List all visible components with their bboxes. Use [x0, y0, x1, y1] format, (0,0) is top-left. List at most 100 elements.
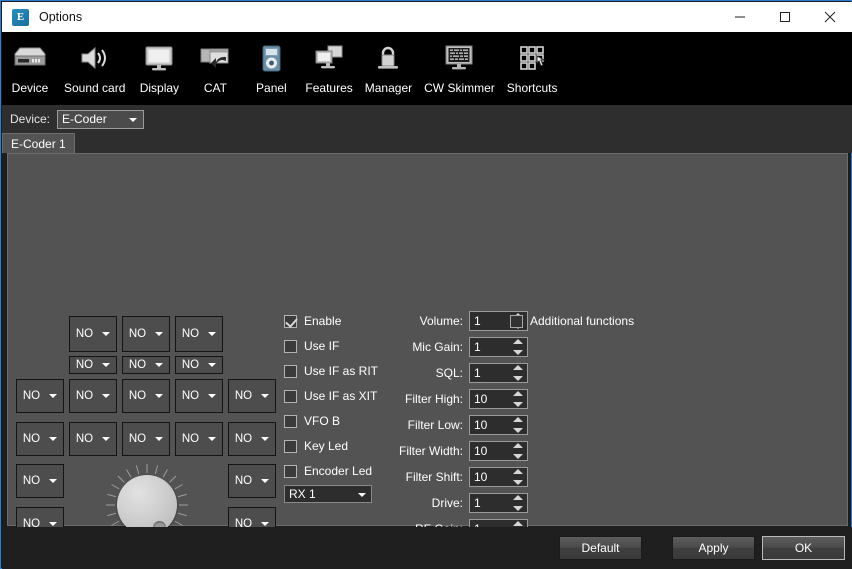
assign-button[interactable]: NO [228, 379, 276, 413]
lock-manager-icon [369, 38, 407, 78]
spinner-field[interactable]: 10 [469, 467, 528, 487]
assign-button[interactable]: NO [175, 422, 223, 456]
spinner-field[interactable]: 1 [469, 337, 528, 357]
tab-label: E-Coder 1 [11, 137, 66, 151]
toolbar-item-device[interactable]: Device [2, 36, 58, 95]
chevron-down-icon [261, 394, 269, 398]
toolbar-label: Features [305, 81, 352, 95]
spinner-up-icon[interactable] [513, 417, 523, 422]
spinner-up-icon[interactable] [513, 521, 523, 526]
assign-button[interactable]: NO [228, 464, 276, 498]
spinner-down-icon[interactable] [513, 350, 523, 355]
assign-button[interactable]: NO [122, 316, 170, 352]
checkbox-use-if-as-xit[interactable] [284, 390, 297, 403]
checkbox-row-use-if-as-xit[interactable]: Use IF as XIT [284, 389, 377, 403]
spinner-up-icon[interactable] [513, 443, 523, 448]
spinner-down-icon[interactable] [513, 428, 523, 433]
spinner-field[interactable]: 1 [469, 493, 528, 513]
spinner-value: 10 [474, 444, 487, 458]
toolbar-item-features[interactable]: Features [299, 36, 358, 95]
e-coder-app-icon [12, 9, 29, 26]
spinner-up-icon[interactable] [513, 365, 523, 370]
assign-button[interactable]: NO [175, 379, 223, 413]
checkbox-row-key-led[interactable]: Key Led [284, 439, 348, 453]
spinner-arrows[interactable] [511, 339, 524, 355]
checkbox-row-vfo-b[interactable]: VFO B [284, 414, 340, 428]
toolbar-item-display[interactable]: Display [131, 36, 187, 95]
spinner-arrows[interactable] [511, 365, 524, 381]
toolbar-label: Display [140, 81, 179, 95]
device-select[interactable]: E-Coder [57, 110, 144, 129]
toolbar-item-cw-skimmer[interactable]: CW Skimmer [418, 36, 501, 95]
spinner-down-icon[interactable] [513, 454, 523, 459]
checkbox-label: Use IF [304, 339, 339, 353]
spinner-value: 1 [474, 340, 481, 354]
checkbox-encoder-led[interactable] [284, 465, 297, 478]
assign-button[interactable]: NO [69, 379, 117, 413]
apply-button[interactable]: Apply [672, 536, 755, 560]
knob-tick [136, 465, 139, 474]
checkbox-row-use-if-as-rit[interactable]: Use IF as RIT [284, 364, 378, 378]
assign-button[interactable]: NO [16, 464, 64, 498]
minimize-button[interactable] [717, 2, 762, 32]
default-button[interactable]: Default [559, 536, 642, 560]
spinner-label: Filter Width: [399, 444, 463, 458]
assign-button[interactable]: NO [16, 379, 64, 413]
spinner-field[interactable]: 10 [469, 441, 528, 461]
assign-button[interactable]: NO [69, 356, 117, 374]
spinner-down-icon[interactable] [513, 376, 523, 381]
spinner-up-icon[interactable] [513, 495, 523, 500]
spinner-arrows[interactable] [511, 391, 524, 407]
assign-button[interactable]: NO [69, 316, 117, 352]
device-row: Device: E-Coder [2, 105, 852, 133]
toolbar-item-shortcuts[interactable]: Shortcuts [501, 36, 564, 95]
spinner-arrows[interactable] [511, 469, 524, 485]
assign-button[interactable]: NO [175, 316, 223, 352]
spinner-arrows[interactable] [511, 417, 524, 433]
spinner-down-icon[interactable] [513, 480, 523, 485]
spinner-up-icon[interactable] [513, 339, 523, 344]
checkbox-row-encoder-led[interactable]: Encoder Led [284, 464, 372, 478]
spinner-down-icon[interactable] [513, 402, 523, 407]
ok-button[interactable]: OK [762, 536, 845, 560]
spinner-arrows[interactable] [511, 495, 524, 511]
checkbox-key-led[interactable] [284, 440, 297, 453]
checkbox-enable[interactable] [284, 315, 297, 328]
spinner-label: Filter Low: [408, 418, 463, 432]
assign-button[interactable]: NO [228, 422, 276, 456]
chevron-down-icon [358, 493, 366, 497]
checkbox-vfo-b[interactable] [284, 415, 297, 428]
additional-functions-checkbox[interactable] [510, 315, 523, 328]
spinner-field[interactable]: 10 [469, 389, 528, 409]
assign-button[interactable]: NO [16, 422, 64, 456]
spinner-value: 1 [474, 366, 481, 380]
spinner-up-icon[interactable] [513, 469, 523, 474]
checkbox-label: Enable [304, 314, 341, 328]
toolbar-item-manager[interactable]: Manager [359, 36, 418, 95]
assign-button[interactable]: NO [175, 356, 223, 374]
spinner-field[interactable]: 1 [469, 363, 528, 383]
toolbar-item-sound-card[interactable]: Sound card [58, 36, 131, 95]
spinner-down-icon[interactable] [513, 506, 523, 511]
checkbox-row-use-if[interactable]: Use IF [284, 339, 339, 353]
spinner-arrows[interactable] [511, 443, 524, 459]
additional-functions-row[interactable]: Additional functions [510, 314, 634, 328]
spinner-field[interactable]: 10 [469, 415, 528, 435]
spinner-label: Mic Gain: [412, 340, 463, 354]
checkbox-row-enable[interactable]: Enable [284, 314, 341, 328]
rx-select[interactable]: RX 1 [284, 485, 372, 503]
maximize-button[interactable] [762, 2, 807, 32]
assign-button-value: NO [182, 390, 199, 402]
tab-e-coder-1[interactable]: E-Coder 1 [2, 133, 75, 153]
checkbox-use-if[interactable] [284, 340, 297, 353]
assign-button[interactable]: NO [122, 356, 170, 374]
spinner-up-icon[interactable] [513, 391, 523, 396]
assign-button[interactable]: NO [122, 379, 170, 413]
assign-button[interactable]: NO [122, 422, 170, 456]
toolbar-item-panel[interactable]: Panel [243, 36, 299, 95]
close-button[interactable] [807, 2, 852, 32]
checkbox-use-if-as-rit[interactable] [284, 365, 297, 378]
toolbar-item-cat[interactable]: CAT [187, 36, 243, 95]
assign-button-value: NO [235, 390, 252, 402]
assign-button[interactable]: NO [69, 422, 117, 456]
